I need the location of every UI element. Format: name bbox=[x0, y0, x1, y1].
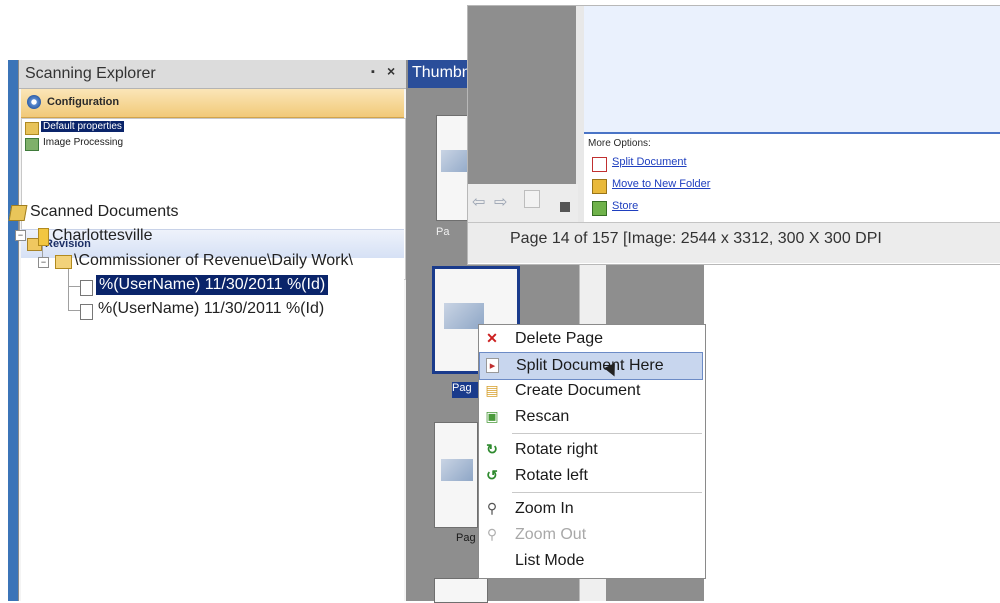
page-thumbnail-label: Pa bbox=[436, 226, 450, 238]
explorer-titlebar[interactable]: Scanning Explorer ▪ × bbox=[19, 60, 407, 89]
scanned-documents-icon bbox=[8, 205, 28, 221]
config-item-label: Image Processing bbox=[43, 137, 124, 148]
resize-grip-icon[interactable] bbox=[560, 202, 570, 212]
page-icon[interactable] bbox=[524, 190, 540, 208]
config-item-label: Default properties bbox=[41, 121, 124, 132]
forward-arrow-icon[interactable]: ⇨ bbox=[494, 192, 507, 212]
status-text: Page 14 of 157 [Image: 2544 x 3312, 300 … bbox=[510, 230, 882, 247]
properties-icon bbox=[25, 122, 39, 135]
create-document-icon: ▤ bbox=[485, 382, 499, 398]
tree-node-document-selected[interactable]: %(UserName) 11/30/2011 %(Id) bbox=[96, 275, 329, 295]
menu-item-split-document-here[interactable]: ▸ Split Document Here bbox=[479, 352, 703, 380]
rotate-right-icon: ↻ bbox=[486, 441, 498, 457]
page-thumbnail[interactable] bbox=[434, 422, 478, 528]
explorer-title: Scanning Explorer bbox=[25, 65, 156, 82]
menu-item-zoom-out: ⚲ Zoom Out bbox=[479, 522, 703, 548]
configuration-icon bbox=[27, 95, 41, 109]
store-icon bbox=[592, 201, 607, 216]
configuration-section-header[interactable]: Configuration bbox=[21, 89, 404, 118]
menu-item-list-mode[interactable]: List Mode bbox=[479, 548, 703, 574]
menu-item-label: Rescan bbox=[515, 408, 570, 425]
menu-separator bbox=[512, 492, 702, 493]
close-icon[interactable]: × bbox=[387, 63, 395, 79]
menu-item-label: Split Document Here bbox=[516, 357, 664, 374]
menu-item-rotate-right[interactable]: ↻ Rotate right bbox=[479, 437, 703, 463]
folder-move-icon bbox=[592, 179, 607, 194]
option-link-label: Move to New Folder bbox=[612, 178, 711, 190]
tree-expander-minus-icon[interactable]: − bbox=[38, 257, 49, 268]
tree-connector bbox=[68, 286, 80, 287]
tree-connector bbox=[68, 268, 69, 310]
open-folder-icon bbox=[55, 255, 72, 269]
tree-expander-minus-icon[interactable]: − bbox=[15, 230, 26, 241]
menu-item-label: Delete Page bbox=[515, 330, 604, 347]
folder-icon bbox=[38, 228, 49, 246]
delete-x-icon: ✕ bbox=[486, 330, 498, 346]
page-thumbnail[interactable] bbox=[434, 578, 488, 603]
menu-item-label: Rotate left bbox=[515, 467, 588, 484]
tree-connector bbox=[68, 310, 80, 311]
option-link-label: Store bbox=[612, 200, 639, 212]
rescan-icon: ▣ bbox=[485, 408, 499, 424]
menu-item-rescan[interactable]: ▣ Rescan bbox=[479, 404, 703, 430]
menu-separator bbox=[512, 433, 702, 434]
menu-item-delete-page[interactable]: ✕ Delete Page bbox=[479, 326, 703, 352]
tree-node-document[interactable]: %(UserName) 11/30/2011 %(Id) bbox=[98, 300, 324, 318]
page-thumbnail-label: Pag bbox=[456, 532, 476, 544]
image-processing-icon bbox=[25, 138, 39, 151]
more-options-heading: More Options: bbox=[588, 138, 651, 149]
zoom-in-icon: ⚲ bbox=[486, 500, 498, 516]
menu-item-label: Zoom In bbox=[515, 500, 574, 517]
split-document-icon: ▸ bbox=[486, 358, 499, 373]
tree-node-charlottesville[interactable]: Charlottesville bbox=[52, 227, 152, 245]
menu-item-rotate-left[interactable]: ↺ Rotate left bbox=[479, 463, 703, 489]
option-link-label: Split Document bbox=[612, 156, 687, 168]
document-icon bbox=[80, 304, 93, 320]
window-edge-strip bbox=[8, 60, 18, 601]
menu-item-label: Create Document bbox=[515, 382, 641, 399]
page-thumbnail-image bbox=[441, 459, 473, 481]
tree-node-commissioner-folder[interactable]: \Commissioner of Revenue\Daily Work\ bbox=[74, 252, 386, 270]
menu-item-zoom-in[interactable]: ⚲ Zoom In bbox=[479, 496, 703, 522]
scanning-explorer-panel: Scanning Explorer ▪ × Configuration Defa… bbox=[18, 60, 407, 601]
rotate-left-icon: ↺ bbox=[486, 467, 498, 483]
split-document-icon bbox=[592, 157, 607, 172]
task-pane-header bbox=[584, 6, 1000, 134]
menu-item-label: Rotate right bbox=[515, 441, 598, 458]
menu-item-label: Zoom Out bbox=[515, 526, 587, 543]
tree-node-scanned-documents[interactable]: Scanned Documents bbox=[30, 203, 179, 221]
thumbnails-title: Thumbnails bbox=[412, 64, 468, 81]
zoom-out-icon: ⚲ bbox=[486, 526, 498, 542]
back-arrow-icon[interactable]: ⇦ bbox=[472, 192, 485, 212]
menu-item-label: List Mode bbox=[515, 552, 585, 569]
pin-icon[interactable]: ▪ bbox=[371, 66, 375, 78]
menu-item-create-document[interactable]: ▤ Create Document bbox=[479, 378, 703, 404]
document-icon bbox=[80, 280, 93, 296]
configuration-label: Configuration bbox=[47, 96, 120, 108]
page-thumbnail-label: Pag bbox=[452, 382, 478, 398]
